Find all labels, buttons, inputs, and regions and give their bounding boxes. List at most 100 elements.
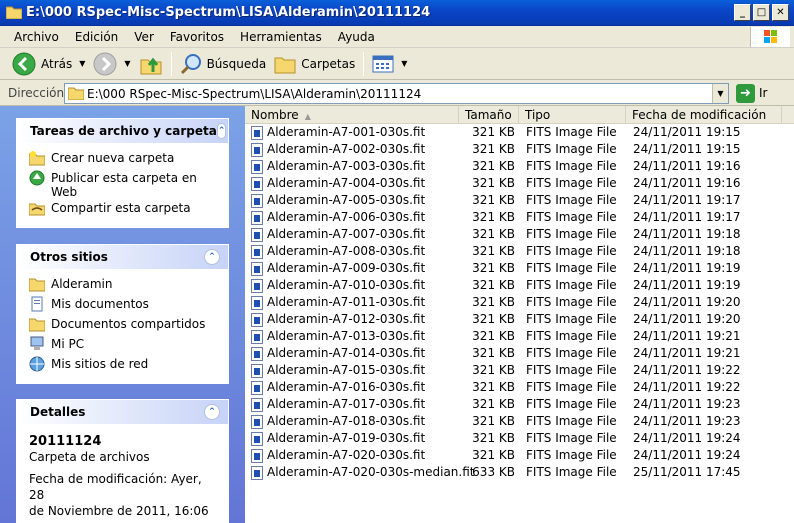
folder-icon — [29, 318, 45, 332]
network-icon — [29, 356, 45, 372]
file-row[interactable]: Alderamin-A7-013-030s.fit 321 KB FITS Imag… — [245, 328, 794, 345]
chevron-down-icon[interactable]: ▼ — [401, 59, 407, 68]
minimize-button[interactable]: _ — [734, 4, 751, 21]
file-row[interactable]: Alderamin-A7-015-030s.fit 321 KB FITS Imag… — [245, 362, 794, 379]
toolbar: Atrás ▼ ▼ Búsqueda Carpetas ▼ — [0, 48, 794, 80]
task-new-folder[interactable]: Crear nueva carpeta — [29, 149, 218, 169]
file-date: 24/11/2011 19:22 — [633, 363, 741, 377]
file-date: 24/11/2011 19:18 — [633, 244, 741, 258]
places-panel-header[interactable]: Otros sitios ⌃ — [17, 245, 228, 269]
menu-edicion[interactable]: Edición — [67, 30, 126, 44]
file-row[interactable]: Alderamin-A7-007-030s.fit 321 KB FITS Imag… — [245, 226, 794, 243]
file-row[interactable]: Alderamin-A7-006-030s.fit 321 KB FITS Imag… — [245, 209, 794, 226]
collapse-icon[interactable]: ⌃ — [204, 404, 220, 420]
file-name-cell: Alderamin-A7-010-030s.fit — [251, 278, 425, 293]
file-type: FITS Image File — [526, 431, 617, 445]
file-row[interactable]: Alderamin-A7-003-030s.fit 321 KB FITS Imag… — [245, 158, 794, 175]
search-label: Búsqueda — [206, 56, 267, 71]
file-name-cell: Alderamin-A7-018-030s.fit — [251, 414, 425, 429]
chevron-down-icon[interactable]: ▼ — [79, 59, 85, 68]
column-size[interactable]: Tamaño — [459, 106, 519, 124]
file-row[interactable]: Alderamin-A7-012-030s.fit 321 KB FITS Imag… — [245, 311, 794, 328]
place-network[interactable]: Mis sitios de red — [29, 355, 218, 375]
forward-button[interactable]: ▼ — [89, 50, 134, 78]
documents-icon — [31, 296, 43, 312]
maximize-button[interactable]: □ — [753, 4, 770, 21]
file-row[interactable]: Alderamin-A7-018-030s.fit 321 KB FITS Imag… — [245, 413, 794, 430]
fits-file-icon — [251, 244, 263, 259]
fits-file-icon — [251, 329, 263, 344]
go-button[interactable]: ➜ Ir — [736, 83, 767, 103]
collapse-icon[interactable]: ⌃ — [216, 123, 227, 139]
collapse-icon[interactable]: ⌃ — [204, 249, 220, 265]
file-row[interactable]: Alderamin-A7-020-030s-median.fit 633 KB FI… — [245, 464, 794, 481]
file-row[interactable]: Alderamin-A7-004-030s.fit 321 KB FITS Imag… — [245, 175, 794, 192]
file-size: 321 KB — [472, 210, 515, 224]
file-type: FITS Image File — [526, 295, 617, 309]
fits-file-icon — [251, 159, 263, 174]
menu-favoritos[interactable]: Favoritos — [162, 30, 232, 44]
address-input[interactable]: E:\000 RSpec-Misc-Spectrum\LISA\Alderami… — [64, 83, 729, 104]
file-row[interactable]: Alderamin-A7-020-030s.fit 321 KB FITS Imag… — [245, 447, 794, 464]
share-folder-icon — [29, 203, 45, 216]
file-row[interactable]: Alderamin-A7-009-030s.fit 321 KB FITS Imag… — [245, 260, 794, 277]
menu-herramientas[interactable]: Herramientas — [232, 30, 330, 44]
file-row[interactable]: Alderamin-A7-002-030s.fit 321 KB FITS Imag… — [245, 141, 794, 158]
place-shared-documents[interactable]: Documentos compartidos — [29, 315, 218, 335]
go-label: Ir — [759, 86, 768, 100]
file-name: Alderamin-A7-011-030s.fit — [267, 295, 426, 309]
column-date[interactable]: Fecha de modificación — [626, 106, 782, 124]
place-my-documents[interactable]: Mis documentos — [29, 295, 218, 315]
chevron-down-icon[interactable]: ▼ — [124, 59, 130, 68]
file-row[interactable]: Alderamin-A7-005-030s.fit 321 KB FITS Imag… — [245, 192, 794, 209]
task-share-folder[interactable]: Compartir esta carpeta — [29, 199, 218, 219]
column-name[interactable]: Nombre ▲ — [245, 106, 459, 124]
file-name-cell: Alderamin-A7-002-030s.fit — [251, 142, 425, 157]
file-name: Alderamin-A7-003-030s.fit — [267, 159, 426, 173]
details-modified-line2: de Noviembre de 2011, 16:06 — [29, 504, 209, 518]
up-folder-button[interactable] — [135, 50, 167, 78]
details-panel-header[interactable]: Detalles ⌃ — [17, 400, 228, 424]
folder-icon — [68, 87, 84, 100]
menu-ver[interactable]: Ver — [126, 30, 162, 44]
file-row[interactable]: Alderamin-A7-008-030s.fit 321 KB FITS Imag… — [245, 243, 794, 260]
task-publish-web[interactable]: Publicar esta carpeta en Web — [29, 169, 218, 199]
file-name: Alderamin-A7-005-030s.fit — [267, 193, 426, 207]
file-type: FITS Image File — [526, 448, 617, 462]
forward-arrow-icon — [93, 52, 117, 75]
file-row[interactable]: Alderamin-A7-011-030s.fit 321 KB FITS Imag… — [245, 294, 794, 311]
file-name-cell: Alderamin-A7-001-030s.fit — [251, 125, 425, 140]
file-row[interactable]: Alderamin-A7-014-030s.fit 321 KB FITS Imag… — [245, 345, 794, 362]
place-alderamin[interactable]: Alderamin — [29, 275, 218, 295]
close-button[interactable]: ✕ — [772, 4, 789, 21]
fits-file-icon — [251, 210, 263, 225]
file-size: 321 KB — [472, 448, 515, 462]
title-bar[interactable]: E:\000 RSpec-Misc-Spectrum\LISA\Alderami… — [0, 0, 794, 26]
place-my-computer[interactable]: Mi PC — [29, 335, 218, 355]
places-panel: Otros sitios ⌃ Alderamin Mis documentos … — [16, 244, 229, 384]
file-rows: Alderamin-A7-001-030s.fit 321 KB FITS Imag… — [245, 124, 794, 481]
file-name: Alderamin-A7-001-030s.fit — [267, 125, 426, 139]
address-value: E:\000 RSpec-Misc-Spectrum\LISA\Alderami… — [87, 87, 422, 101]
file-size: 321 KB — [472, 176, 515, 190]
back-button[interactable]: Atrás ▼ — [8, 50, 89, 78]
file-size: 321 KB — [472, 125, 515, 139]
column-type[interactable]: Tipo — [519, 106, 626, 124]
file-row[interactable]: Alderamin-A7-010-030s.fit 321 KB FITS Imag… — [245, 277, 794, 294]
file-size: 321 KB — [472, 312, 515, 326]
menu-ayuda[interactable]: Ayuda — [330, 30, 383, 44]
file-row[interactable]: Alderamin-A7-016-030s.fit 321 KB FITS Imag… — [245, 379, 794, 396]
address-dropdown-button[interactable]: ▼ — [712, 84, 728, 103]
computer-icon — [30, 336, 44, 350]
views-button[interactable]: ▼ — [368, 50, 411, 78]
search-button[interactable]: Búsqueda — [176, 50, 271, 78]
file-row[interactable]: Alderamin-A7-019-030s.fit 321 KB FITS Imag… — [245, 430, 794, 447]
file-name: Alderamin-A7-015-030s.fit — [267, 363, 426, 377]
file-name: Alderamin-A7-007-030s.fit — [267, 227, 426, 241]
file-row[interactable]: Alderamin-A7-001-030s.fit 321 KB FITS Imag… — [245, 124, 794, 141]
tasks-panel-header[interactable]: Tareas de archivo y carpeta ⌃ — [17, 119, 228, 143]
file-date: 24/11/2011 19:15 — [633, 125, 741, 139]
menu-archivo[interactable]: Archivo — [6, 30, 67, 44]
file-row[interactable]: Alderamin-A7-017-030s.fit 321 KB FITS Imag… — [245, 396, 794, 413]
folders-button[interactable]: Carpetas — [270, 50, 359, 78]
